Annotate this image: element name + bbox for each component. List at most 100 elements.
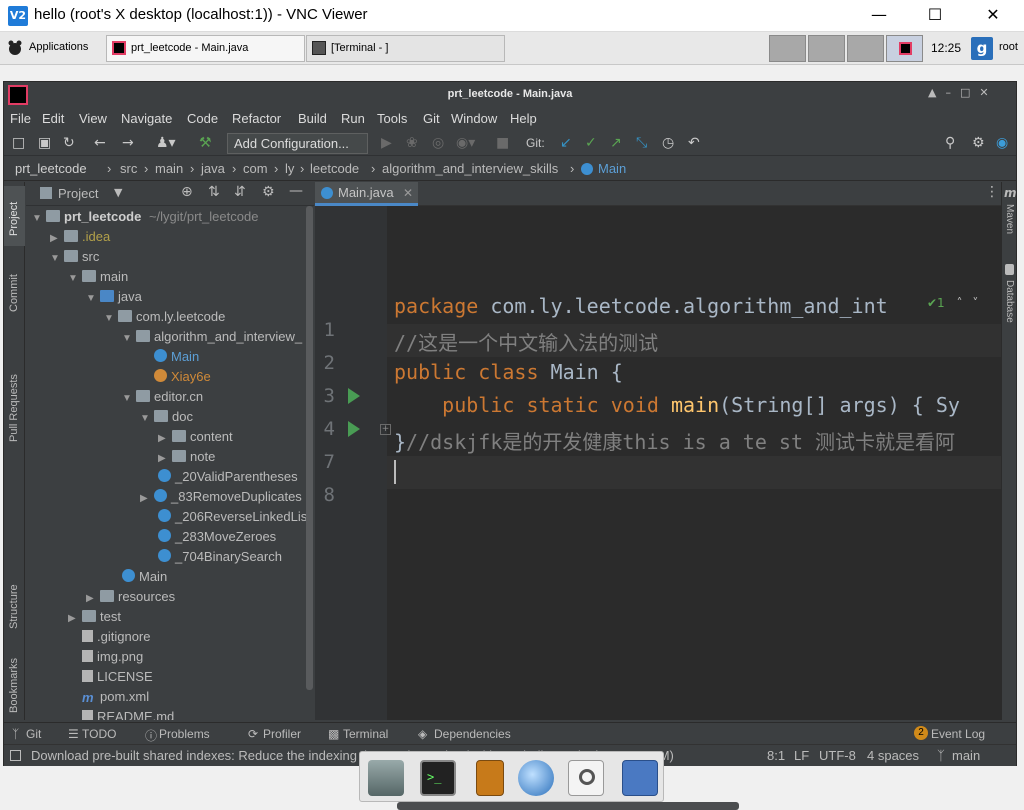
stop-icon[interactable]: ■ bbox=[496, 134, 509, 152]
tree-node-class[interactable]: Main bbox=[122, 567, 167, 587]
breadcrumb-com[interactable]: com bbox=[243, 161, 268, 176]
tree-node-class[interactable]: _20ValidParentheses bbox=[158, 467, 298, 487]
terminal-icon[interactable]: >_ bbox=[420, 760, 456, 796]
event-log-tool-button[interactable]: Event Log bbox=[931, 727, 985, 741]
git-push-icon[interactable]: ↗ bbox=[610, 134, 622, 152]
rollback-icon[interactable]: ↶ bbox=[688, 134, 700, 152]
run-icon[interactable]: ▶ bbox=[381, 134, 392, 152]
todo-tool-button[interactable]: TODO bbox=[82, 727, 116, 741]
menu-build[interactable]: Build bbox=[298, 111, 327, 126]
tree-node-package-content[interactable]: ▶ content bbox=[158, 427, 233, 447]
database-icon[interactable] bbox=[1005, 264, 1014, 275]
close-button[interactable]: ✕ bbox=[970, 4, 1016, 28]
tree-node-file[interactable]: m pom.xml bbox=[68, 687, 149, 707]
workspace-4[interactable] bbox=[886, 35, 923, 62]
menu-tools[interactable]: Tools bbox=[377, 111, 407, 126]
settings-gear-icon[interactable]: ⚙ bbox=[972, 134, 985, 152]
tree-node-file[interactable]: README.md bbox=[68, 707, 174, 720]
tree-node-class[interactable]: ▶ _83RemoveDuplicates bbox=[140, 487, 302, 507]
breadcrumb-class[interactable]: Main bbox=[598, 161, 626, 176]
history-icon[interactable]: ◷ bbox=[662, 134, 674, 152]
collapse-all-icon[interactable]: ⇵ bbox=[234, 184, 246, 200]
tree-node-package-algorithm[interactable]: ▼ algorithm_and_interview_ bbox=[122, 327, 302, 347]
tree-node-package-com[interactable]: ▼ com.ly.leetcode bbox=[104, 307, 225, 327]
menu-help[interactable]: Help bbox=[510, 111, 537, 126]
breadcrumb-src[interactable]: src bbox=[120, 161, 137, 176]
menu-navigate[interactable]: Navigate bbox=[121, 111, 172, 126]
menu-refactor[interactable]: Refactor bbox=[232, 111, 281, 126]
terminal-tool-button[interactable]: Terminal bbox=[343, 727, 388, 741]
chevron-up-icon[interactable]: ˄ bbox=[957, 296, 963, 310]
menu-code[interactable]: Code bbox=[187, 111, 218, 126]
coverage-icon[interactable]: ◎ bbox=[432, 134, 444, 152]
sync-icon[interactable]: ↻ bbox=[63, 134, 75, 152]
status-toggle-icon[interactable] bbox=[10, 750, 21, 761]
tree-node-package-note[interactable]: ▶ note bbox=[158, 447, 215, 467]
debug-icon[interactable]: ❀ bbox=[406, 134, 418, 152]
git-branch-selector[interactable]: main bbox=[952, 748, 980, 763]
profiler-tool-button[interactable]: Profiler bbox=[263, 727, 301, 741]
options-gear-icon[interactable]: ⚙ bbox=[262, 184, 275, 200]
tree-node-class[interactable]: _206ReverseLinkedLis bbox=[158, 507, 307, 527]
line-separator[interactable]: LF bbox=[794, 748, 809, 763]
maximize-button[interactable]: ☐ bbox=[912, 4, 958, 28]
tree-node-file[interactable]: img.png bbox=[68, 647, 143, 667]
problems-tool-button[interactable]: Problems bbox=[159, 727, 210, 741]
forward-icon[interactable]: → bbox=[122, 134, 134, 152]
user-avatar-icon[interactable]: g bbox=[971, 37, 993, 60]
maven-icon[interactable]: m bbox=[1004, 186, 1017, 200]
open-folder-icon[interactable]: □ bbox=[12, 134, 25, 152]
tree-node-file[interactable]: LICENSE bbox=[68, 667, 153, 687]
menu-edit[interactable]: Edit bbox=[42, 111, 64, 126]
tree-node-class[interactable]: _704BinarySearch bbox=[158, 547, 282, 567]
task-intellij[interactable]: prt_leetcode - Main.java bbox=[106, 35, 305, 62]
tree-node-project-root[interactable]: ▼ prt_leetcode ~/lygit/prt_leetcode bbox=[32, 207, 258, 227]
tab-main-java[interactable]: Main.java ✕ bbox=[315, 182, 418, 206]
show-desktop-icon[interactable] bbox=[368, 760, 404, 796]
profile-icon[interactable]: ◉▾ bbox=[456, 134, 475, 152]
menu-file[interactable]: File bbox=[10, 111, 31, 126]
workspace-1[interactable] bbox=[769, 35, 806, 62]
close-tab-icon[interactable]: ✕ bbox=[403, 183, 413, 204]
locate-target-icon[interactable]: ⊕ bbox=[181, 184, 193, 200]
tree-node-resources[interactable]: ▶ resources bbox=[86, 587, 175, 607]
hide-panel-icon[interactable]: — bbox=[289, 183, 303, 199]
run-class-icon[interactable] bbox=[348, 388, 360, 404]
maven-tool-button[interactable]: Maven bbox=[1004, 204, 1015, 234]
expand-all-icon[interactable]: ⇅ bbox=[208, 184, 220, 200]
applications-menu-icon[interactable] bbox=[5, 38, 25, 58]
tree-node-class[interactable]: _283MoveZeroes bbox=[158, 527, 276, 547]
code-line-3[interactable]: public class Main { bbox=[394, 360, 623, 384]
menu-git[interactable]: Git bbox=[423, 111, 440, 126]
breadcrumb-java[interactable]: java bbox=[201, 161, 225, 176]
breadcrumb-ly[interactable]: ly bbox=[285, 161, 294, 176]
indent-setting[interactable]: 4 spaces bbox=[867, 748, 919, 763]
bookmarks-tool-button[interactable]: Bookmarks bbox=[4, 637, 25, 717]
tree-node-file[interactable]: .gitignore bbox=[68, 627, 150, 647]
run-method-icon[interactable] bbox=[348, 421, 360, 437]
git-tool-button[interactable]: Git bbox=[26, 727, 41, 741]
tree-node-src[interactable]: ▼ src bbox=[50, 247, 99, 267]
git-fetch-icon[interactable]: ⤡ bbox=[636, 134, 647, 152]
breadcrumb-project[interactable]: prt_leetcode bbox=[15, 161, 87, 176]
task-terminal[interactable]: [Terminal - ] bbox=[306, 35, 505, 62]
applications-menu[interactable]: Applications bbox=[29, 41, 88, 53]
tree-node-package-editor[interactable]: ▼ editor.cn bbox=[122, 387, 203, 407]
workspace-3[interactable] bbox=[847, 35, 884, 62]
file-manager-icon[interactable] bbox=[476, 760, 504, 796]
menu-window[interactable]: Window bbox=[451, 111, 497, 126]
commit-tool-button[interactable]: Commit bbox=[4, 262, 25, 322]
breadcrumb-main[interactable]: main bbox=[155, 161, 183, 176]
clock[interactable]: 12:25 bbox=[931, 41, 961, 55]
tree-node-java[interactable]: ▼ java bbox=[86, 287, 142, 307]
back-icon[interactable]: ← bbox=[94, 134, 106, 152]
chevron-down-icon[interactable]: ˅ bbox=[972, 296, 978, 310]
file-encoding[interactable]: UTF-8 bbox=[819, 748, 856, 763]
code-line-2[interactable]: //这是一个中文输入法的测试 bbox=[394, 327, 658, 356]
fold-icon[interactable]: + bbox=[380, 424, 391, 435]
chevron-down-icon[interactable]: ▼ bbox=[114, 186, 122, 199]
ide-window-controls[interactable]: ▲–□✕ bbox=[928, 86, 1012, 104]
user-settings-icon[interactable]: ♟▾ bbox=[156, 134, 176, 152]
user-name[interactable]: root bbox=[999, 41, 1018, 53]
folder-icon[interactable] bbox=[622, 760, 658, 796]
